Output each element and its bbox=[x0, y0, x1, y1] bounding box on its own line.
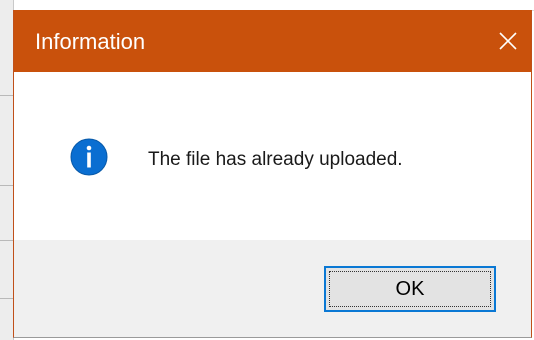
close-icon bbox=[499, 32, 517, 50]
strip-tick bbox=[0, 240, 13, 241]
info-icon bbox=[70, 138, 108, 176]
dialog-footer: OK bbox=[14, 240, 531, 337]
strip-tick bbox=[0, 185, 13, 186]
close-button[interactable] bbox=[485, 10, 531, 72]
dialog-content: The file has already uploaded. bbox=[14, 72, 531, 240]
ok-button[interactable]: OK bbox=[324, 266, 496, 312]
dialog-message: The file has already uploaded. bbox=[148, 149, 403, 170]
information-dialog: Information The file has already uploade… bbox=[13, 10, 532, 338]
strip-tick bbox=[0, 298, 13, 299]
background-left-strip bbox=[0, 0, 14, 340]
dialog-titlebar[interactable]: Information bbox=[14, 10, 531, 72]
dialog-title: Information bbox=[35, 29, 146, 54]
strip-tick bbox=[0, 95, 13, 96]
ok-button-label: OK bbox=[395, 277, 425, 300]
